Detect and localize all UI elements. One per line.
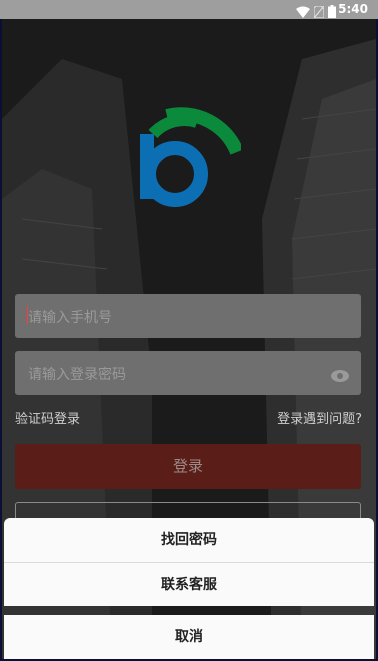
phone-placeholder: 请输入手机号 — [28, 310, 112, 326]
find-password-option[interactable]: 找回密码 — [4, 518, 374, 562]
password-input[interactable]: 请输入登录密码 — [15, 351, 361, 395]
action-sheet: 找回密码 联系客服 — [4, 518, 374, 606]
password-placeholder: 请输入登录密码 — [28, 367, 126, 383]
contact-service-option[interactable]: 联系客服 — [4, 563, 374, 607]
app-logo — [137, 102, 244, 216]
cancel-button[interactable]: 取消 — [4, 615, 374, 659]
status-time: 5:40 — [338, 2, 368, 16]
status-bar: 5:40 — [0, 0, 378, 19]
eye-icon[interactable] — [331, 367, 349, 386]
login-button[interactable]: 登录 — [15, 444, 361, 489]
phone-input[interactable]: 请输入手机号 — [15, 294, 361, 338]
login-problem-link[interactable]: 登录遇到问题? — [277, 408, 362, 427]
sms-login-link[interactable]: 验证码登录 — [15, 408, 80, 427]
